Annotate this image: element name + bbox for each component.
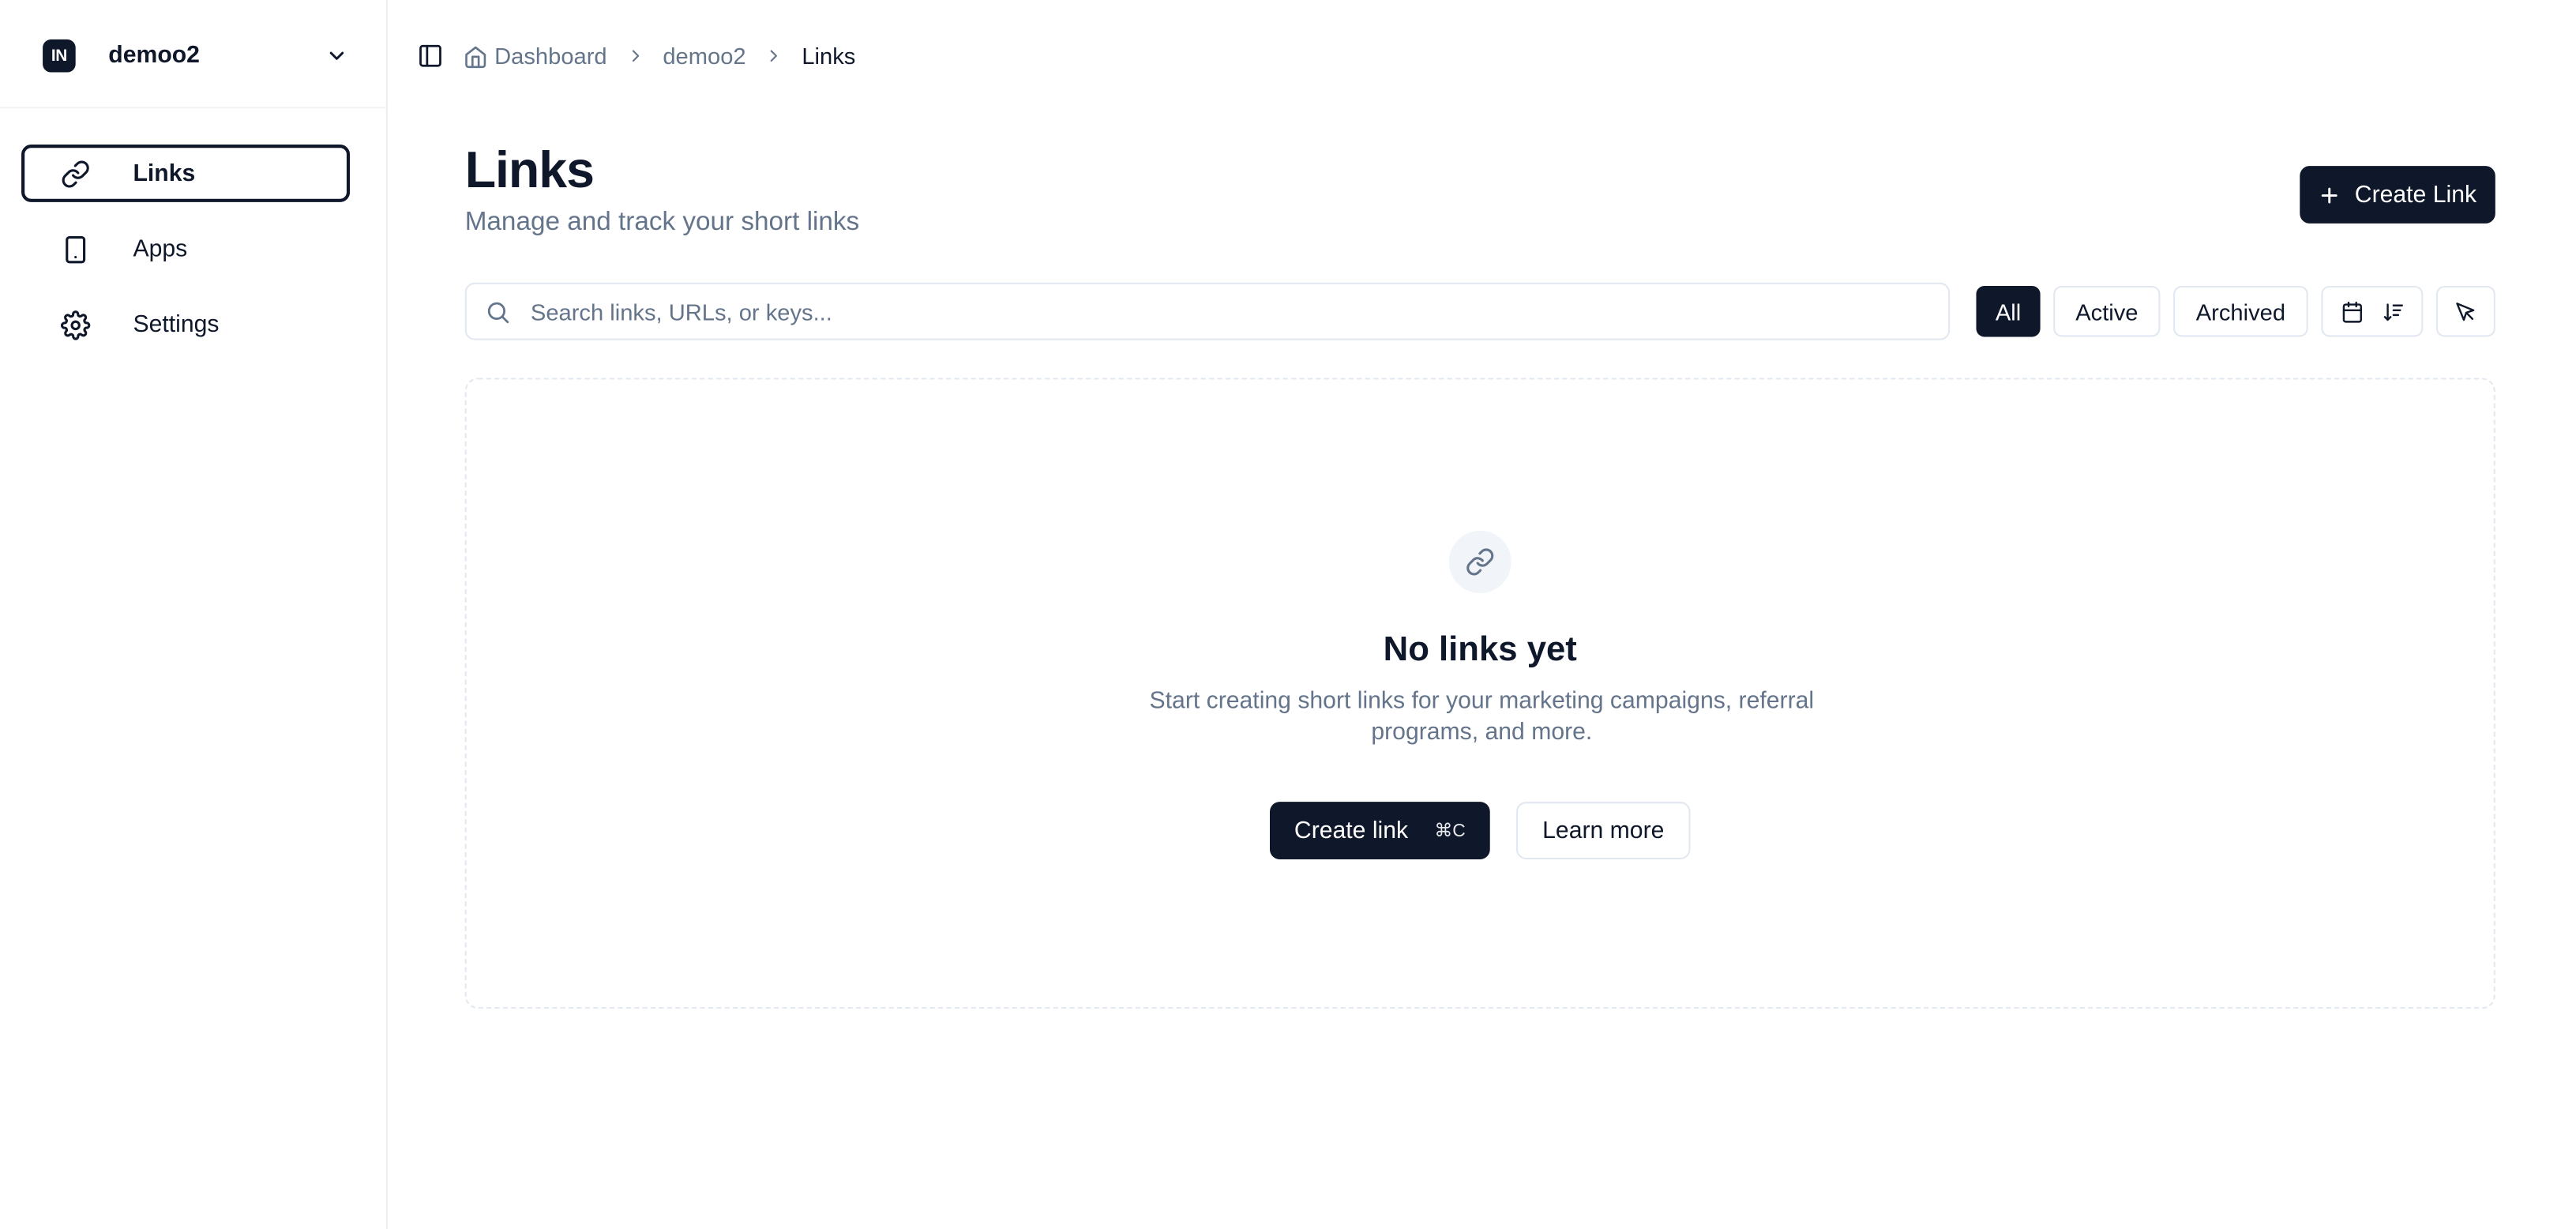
sidebar-item-label: Apps bbox=[133, 235, 188, 262]
breadcrumb: Dashboard demoo2 Links bbox=[464, 43, 856, 70]
select-mode-button[interactable] bbox=[2435, 285, 2495, 337]
plus-icon bbox=[2319, 183, 2341, 206]
link-icon bbox=[1448, 530, 1511, 593]
workspace-name: demoo2 bbox=[108, 43, 200, 70]
sidebar: IN demoo2 Links Apps Settings bbox=[0, 0, 388, 1229]
search-input[interactable] bbox=[530, 298, 1949, 325]
empty-state-description: Start creating short links for your mark… bbox=[1149, 688, 1815, 746]
date-sort-group bbox=[2321, 285, 2424, 337]
chevron-right-icon bbox=[764, 46, 783, 66]
calendar-icon[interactable] bbox=[2340, 300, 2363, 323]
page-subtitle: Manage and track your short links bbox=[464, 209, 860, 237]
keyboard-shortcut: ⌘C bbox=[1434, 821, 1466, 842]
pointer-icon bbox=[2454, 300, 2477, 323]
topbar: Dashboard demoo2 Links bbox=[417, 36, 855, 76]
sidebar-item-links[interactable]: Links bbox=[21, 145, 351, 202]
empty-state-title: No links yet bbox=[1383, 630, 1577, 669]
search-icon bbox=[485, 299, 511, 325]
search-box bbox=[464, 282, 1951, 340]
breadcrumb-workspace[interactable]: demoo2 bbox=[663, 43, 745, 69]
sidebar-item-label: Links bbox=[133, 160, 196, 187]
chevron-down-icon bbox=[325, 44, 348, 67]
sidebar-divider bbox=[0, 107, 386, 109]
empty-state: No links yet Start creating short links … bbox=[464, 378, 2495, 1009]
breadcrumb-dashboard[interactable]: Dashboard bbox=[464, 43, 607, 69]
chevron-right-icon bbox=[625, 46, 645, 66]
tablet-icon bbox=[61, 234, 90, 263]
sidebar-nav: Links Apps Settings bbox=[21, 145, 351, 371]
empty-create-link-button[interactable]: Create link ⌘C bbox=[1269, 802, 1490, 859]
create-link-button-label: Create Link bbox=[2354, 181, 2477, 209]
breadcrumb-label: Dashboard bbox=[494, 43, 607, 70]
page-title: Links bbox=[464, 141, 595, 199]
home-icon bbox=[464, 43, 488, 68]
empty-create-link-label: Create link bbox=[1294, 817, 1409, 844]
sort-icon[interactable] bbox=[2381, 300, 2404, 323]
breadcrumb-current: Links bbox=[802, 43, 856, 70]
filter-archived-button[interactable]: Archived bbox=[2173, 285, 2308, 337]
gear-icon bbox=[61, 310, 91, 340]
page: IN demoo2 Links Apps Settings Dashboard … bbox=[0, 0, 2576, 1229]
workspace-switcher[interactable]: IN demoo2 bbox=[23, 23, 365, 88]
filter-all-button[interactable]: All bbox=[1976, 285, 2041, 337]
create-link-button[interactable]: Create Link bbox=[2300, 166, 2495, 224]
sidebar-item-settings[interactable]: Settings bbox=[21, 295, 350, 353]
sidebar-item-apps[interactable]: Apps bbox=[21, 220, 350, 278]
filter-active-button[interactable]: Active bbox=[2053, 285, 2161, 337]
sidebar-item-label: Settings bbox=[133, 311, 220, 338]
workspace-logo: IN bbox=[43, 39, 76, 73]
learn-more-button[interactable]: Learn more bbox=[1516, 802, 1691, 859]
link-icon bbox=[61, 159, 90, 188]
sidebar-toggle-icon[interactable] bbox=[417, 43, 443, 69]
